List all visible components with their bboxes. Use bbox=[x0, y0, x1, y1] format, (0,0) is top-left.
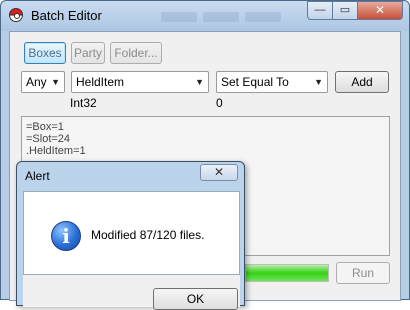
script-line: =Box=1 bbox=[26, 121, 64, 133]
chevron-down-icon: ▼ bbox=[195, 77, 204, 87]
alert-dialog: Alert ✕ i Modified 87/120 files. OK bbox=[16, 161, 245, 310]
pokeball-app-icon bbox=[9, 8, 23, 22]
window-title: Batch Editor bbox=[31, 8, 102, 23]
ok-button[interactable]: OK bbox=[153, 288, 238, 310]
alert-close-button[interactable]: ✕ bbox=[200, 164, 238, 181]
property-value: HeldItem bbox=[76, 75, 125, 89]
tab-folder[interactable]: Folder... bbox=[110, 42, 162, 64]
add-button[interactable]: Add bbox=[335, 71, 389, 93]
chevron-down-icon: ▼ bbox=[314, 77, 323, 87]
tab-boxes[interactable]: Boxes bbox=[24, 42, 66, 64]
alert-footer: OK bbox=[23, 275, 240, 310]
maximize-button[interactable]: ▭ bbox=[332, 1, 358, 20]
minimize-button[interactable]: — bbox=[307, 1, 333, 20]
property-dropdown[interactable]: HeldItem ▼ bbox=[71, 71, 209, 93]
selection-filter-dropdown[interactable]: Any ▼ bbox=[21, 71, 65, 93]
script-line: .HeldItem=1 bbox=[26, 145, 86, 157]
info-icon: i bbox=[51, 221, 81, 251]
operation-value: Set Equal To bbox=[221, 75, 289, 89]
progress-bar bbox=[245, 264, 329, 282]
alert-message: Modified 87/120 files. bbox=[91, 228, 205, 242]
alert-title: Alert bbox=[25, 169, 50, 183]
title-bar: Batch Editor — ▭ ✕ bbox=[1, 1, 409, 31]
tab-party[interactable]: Party bbox=[71, 42, 105, 64]
property-value-label: 0 bbox=[216, 96, 223, 110]
progress-fill bbox=[246, 265, 328, 281]
selection-filter-value: Any bbox=[26, 75, 47, 89]
script-line: =Slot=24 bbox=[26, 133, 71, 145]
chevron-down-icon: ▼ bbox=[51, 77, 60, 87]
alert-body: i Modified 87/120 files. bbox=[23, 191, 240, 275]
close-button[interactable]: ✕ bbox=[357, 1, 403, 20]
run-button[interactable]: Run bbox=[336, 262, 390, 284]
property-type-label: Int32 bbox=[70, 96, 97, 110]
operation-dropdown[interactable]: Set Equal To ▼ bbox=[216, 71, 328, 93]
background-taskbar-ghost bbox=[161, 11, 291, 25]
